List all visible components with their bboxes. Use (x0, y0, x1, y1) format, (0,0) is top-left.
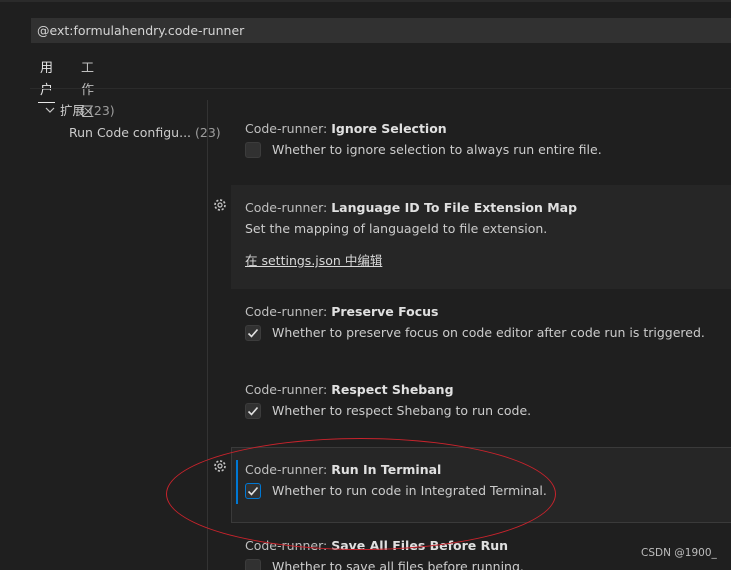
run-in-terminal-checkbox[interactable] (245, 483, 261, 499)
toc-item-run-code-configuration[interactable]: Run Code configu... (23) (69, 123, 221, 143)
toc-group-label: 扩展 (60, 103, 86, 118)
toc-group-count: (23) (89, 103, 115, 118)
toc-item-label: Run Code configu... (69, 125, 192, 140)
check-icon (247, 328, 259, 338)
gear-icon[interactable] (212, 458, 228, 474)
setting-title: Code-runner: Respect Shebang (245, 382, 454, 397)
setting-ignore-selection: Code-runner: Ignore Selection Whether to… (231, 120, 731, 180)
setting-title: Code-runner: Preserve Focus (245, 304, 439, 319)
setting-run-in-terminal: Code-runner: Run In Terminal Whether to … (231, 447, 731, 523)
gear-icon[interactable] (212, 197, 228, 213)
setting-title: Code-runner: Run In Terminal (245, 462, 442, 477)
setting-title: Code-runner: Language ID To File Extensi… (245, 200, 578, 215)
top-border (0, 0, 731, 2)
ignore-selection-checkbox[interactable] (245, 142, 261, 158)
setting-description: Whether to respect Shebang to run code. (272, 403, 532, 418)
tab-user[interactable]: 用户 (38, 58, 56, 103)
tabs-divider (30, 88, 731, 89)
respect-shebang-checkbox[interactable] (245, 403, 261, 419)
setting-description: Set the mapping of languageId to file ex… (245, 221, 548, 236)
setting-respect-shebang: Code-runner: Respect Shebang Whether to … (231, 381, 731, 441)
settings-search-input[interactable]: @ext:formulahendry.code-runner (31, 18, 731, 43)
setting-description: Whether to run code in Integrated Termin… (272, 483, 547, 498)
watermark: CSDN @1900_ (641, 547, 717, 559)
chevron-down-icon (44, 102, 56, 114)
setting-preserve-focus: Code-runner: Preserve Focus Whether to p… (231, 303, 731, 363)
save-all-files-checkbox[interactable] (245, 559, 261, 570)
setting-description: Whether to save all files before running… (272, 559, 524, 570)
setting-description: Whether to ignore selection to always ru… (272, 142, 602, 157)
edit-in-settings-json-link[interactable]: 在 settings.json 中编辑 (245, 250, 382, 269)
top-strip (0, 0, 731, 16)
toc-divider (207, 100, 208, 570)
check-icon (247, 486, 259, 496)
setting-title: Code-runner: Ignore Selection (245, 121, 447, 136)
preserve-focus-checkbox[interactable] (245, 325, 261, 341)
setting-language-id-map: Code-runner: Language ID To File Extensi… (231, 185, 731, 289)
focus-indicator (236, 460, 238, 504)
check-icon (247, 406, 259, 416)
toc-group-extensions[interactable]: 扩展 (23) (44, 101, 115, 121)
setting-description: Whether to preserve focus on code editor… (272, 325, 705, 340)
